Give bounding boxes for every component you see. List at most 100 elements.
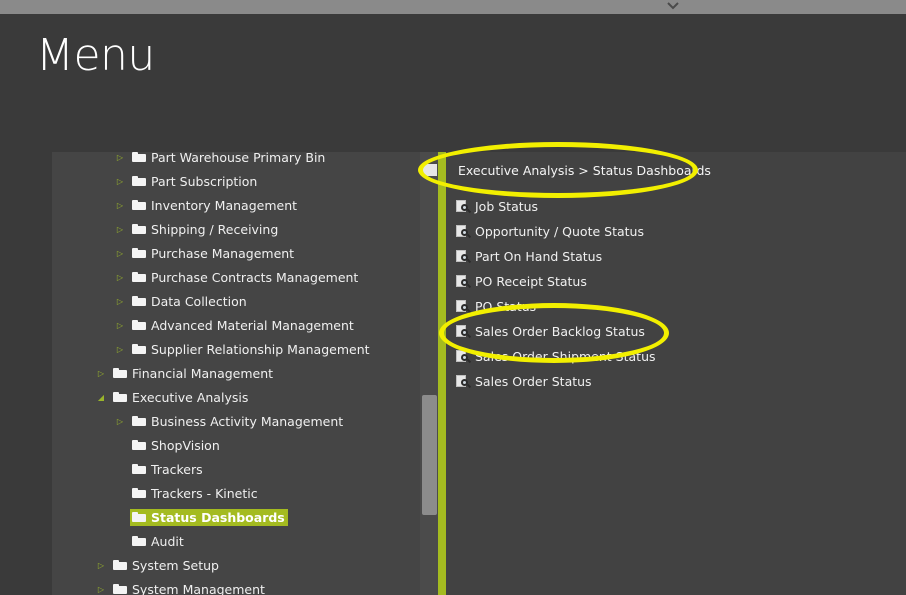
tree-item[interactable]: ▷ Business Activity Management — [115, 410, 343, 432]
dashboard-link-label: Sales Order Shipment Status — [475, 348, 656, 364]
tree-item[interactable]: ▷ Advanced Material Management — [115, 314, 354, 336]
dashboard-link[interactable]: Part On Hand Status — [456, 246, 602, 266]
dashboard-search-icon — [456, 199, 472, 214]
expand-arrow-icon[interactable]: ▷ — [115, 345, 125, 354]
breadcrumb: Executive Analysis > Status Dashboards — [458, 163, 711, 178]
folder-icon — [132, 488, 146, 498]
expand-arrow-icon[interactable]: ▷ — [115, 225, 125, 234]
page-title: Menu — [36, 30, 155, 81]
expand-arrow-icon[interactable]: ▷ — [115, 417, 125, 426]
dashboard-link-label: Job Status — [475, 198, 539, 214]
tree-item-label: Trackers - Kinetic — [151, 485, 258, 501]
tree-item[interactable]: ▷ Financial Management — [96, 362, 273, 384]
tree-item[interactable]: ▷ Purchase Contracts Management — [115, 266, 358, 288]
tree-item[interactable]: ◢ Executive Analysis — [96, 386, 248, 408]
tree-item[interactable]: ▷ Part Warehouse Primary Bin — [115, 146, 325, 168]
tree-item-label: Shipping / Receiving — [151, 221, 279, 237]
expand-arrow-icon[interactable]: ▷ — [115, 297, 125, 306]
folder-icon — [132, 536, 146, 546]
tree-item[interactable]: ▷ System Setup — [96, 554, 219, 576]
tree-item-label: System Management — [132, 581, 265, 595]
dashboard-link-label: Sales Order Status — [475, 373, 592, 389]
tree-item-label: Financial Management — [132, 365, 274, 381]
tree-item-label: Business Activity Management — [151, 413, 344, 429]
tree-item[interactable]: ▷ Inventory Management — [115, 194, 297, 216]
dashboard-search-icon — [456, 349, 472, 364]
dashboard-link-label: PO Status — [475, 298, 537, 314]
folder-icon — [132, 152, 146, 162]
tree-item-label: Data Collection — [151, 293, 247, 309]
dashboard-link-label: Part On Hand Status — [475, 248, 603, 264]
tree-item-label: Purchase Management — [151, 245, 295, 261]
tree-item-label: Executive Analysis — [132, 389, 249, 405]
scroll-thumb[interactable] — [422, 395, 437, 515]
tree-item[interactable]: Status Dashboards — [115, 506, 288, 528]
expand-arrow-icon[interactable]: ▷ — [115, 201, 125, 210]
tree-item-label: Advanced Material Management — [151, 317, 354, 333]
expand-arrow-icon[interactable]: ▷ — [115, 249, 125, 258]
tree-item[interactable]: Audit — [115, 530, 184, 552]
folder-icon — [132, 176, 146, 186]
chevron-down-icon[interactable] — [664, 0, 682, 14]
tree-item[interactable]: ▷ Part Subscription — [115, 170, 257, 192]
tree-item[interactable]: ▷ Shipping / Receiving — [115, 218, 278, 240]
dashboard-link[interactable]: Sales Order Backlog Status — [456, 321, 645, 341]
tree-item-label: Part Warehouse Primary Bin — [151, 149, 326, 165]
dashboard-link[interactable]: Job Status — [456, 196, 538, 216]
folder-icon — [132, 320, 146, 330]
expand-arrow-icon[interactable]: ▷ — [115, 321, 125, 330]
dashboard-link[interactable]: PO Status — [456, 296, 536, 316]
dashboard-search-icon — [456, 324, 472, 339]
dashboard-search-icon — [456, 224, 472, 239]
expand-arrow-icon[interactable]: ▷ — [96, 585, 106, 594]
collapse-arrow-icon[interactable]: ◢ — [96, 393, 106, 402]
folder-icon — [132, 344, 146, 354]
folder-icon — [132, 296, 146, 306]
folder-icon — [132, 272, 146, 282]
scrollbar[interactable] — [420, 152, 438, 595]
selected-highlight: Status Dashboards — [130, 508, 288, 526]
tree-item[interactable]: ▷ Data Collection — [115, 290, 247, 312]
dashboard-search-icon — [456, 299, 472, 314]
scroll-up-button[interactable] — [423, 164, 437, 176]
dashboard-link-label: Sales Order Backlog Status — [475, 323, 645, 339]
folder-icon — [132, 440, 146, 450]
tree-item-label: Audit — [151, 533, 184, 549]
tree-item-label: Part Subscription — [151, 173, 258, 189]
dashboard-link[interactable]: Opportunity / Quote Status — [456, 221, 644, 241]
folder-icon — [132, 416, 146, 426]
expand-arrow-icon[interactable]: ▷ — [115, 153, 125, 162]
tree-item[interactable]: ▷ Purchase Management — [115, 242, 294, 264]
tree-item-label: Status Dashboards — [151, 509, 285, 525]
expand-arrow-icon[interactable]: ▷ — [115, 177, 125, 186]
dashboard-search-icon — [456, 374, 472, 389]
dashboard-link[interactable]: Sales Order Shipment Status — [456, 346, 656, 366]
tree-item[interactable]: ▷ System Management — [96, 578, 265, 595]
dashboard-link-label: PO Receipt Status — [475, 273, 587, 289]
folder-icon — [132, 200, 146, 210]
expand-arrow-icon[interactable]: ▷ — [115, 273, 125, 282]
tree-item-label: Purchase Contracts Management — [151, 269, 359, 285]
panel-divider — [438, 152, 446, 595]
dashboard-link-label: Opportunity / Quote Status — [475, 223, 644, 239]
dashboard-link[interactable]: Sales Order Status — [456, 371, 592, 391]
tree-item[interactable]: Trackers — [115, 458, 203, 480]
top-bar — [0, 0, 906, 14]
expand-arrow-icon[interactable]: ▷ — [96, 561, 106, 570]
folder-icon — [113, 368, 127, 378]
tree-item[interactable]: ShopVision — [115, 434, 220, 456]
folder-icon — [132, 512, 146, 522]
folder-icon — [113, 560, 127, 570]
tree-item[interactable]: ▷ Supplier Relationship Management — [115, 338, 370, 360]
tree-item[interactable]: Trackers - Kinetic — [115, 482, 258, 504]
folder-icon — [132, 224, 146, 234]
expand-arrow-icon[interactable]: ▷ — [96, 369, 106, 378]
tree-item-label: ShopVision — [151, 437, 220, 453]
dashboard-link[interactable]: PO Receipt Status — [456, 271, 587, 291]
folder-icon — [113, 584, 127, 594]
folder-icon — [132, 248, 146, 258]
folder-icon — [113, 392, 127, 402]
dashboard-search-icon — [456, 274, 472, 289]
tree-item-label: Inventory Management — [151, 197, 298, 213]
tree-item-label: Supplier Relationship Management — [151, 341, 370, 357]
